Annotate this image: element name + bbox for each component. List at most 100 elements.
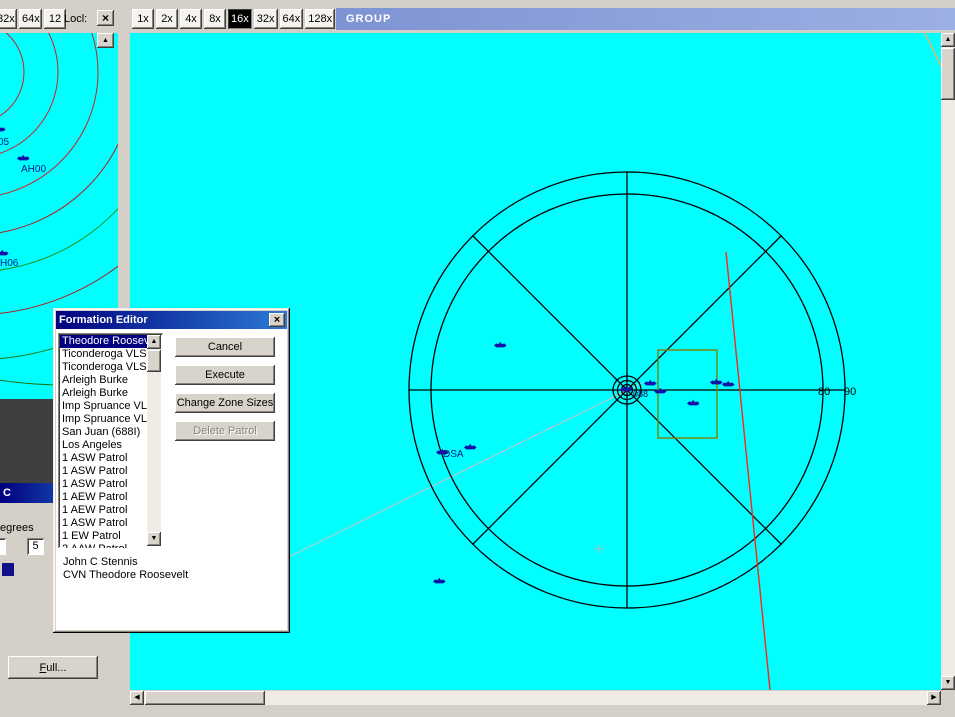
change-zone-sizes-button[interactable]: Change Zone Sizes <box>175 393 275 413</box>
formation-editor-dialog: Formation Editor × Theodore Roosev Ticond… <box>53 308 290 633</box>
unit-label: 05 <box>0 137 10 148</box>
scroll-up-button[interactable]: ▲ <box>941 33 955 47</box>
formation-list-item[interactable]: Ticonderoga VLS <box>60 361 147 374</box>
right-arrow-icon: ▶ <box>931 694 937 701</box>
dialog-info-line: John C Stennis <box>63 556 138 568</box>
vertical-scrollbar[interactable]: ▲ ▼ <box>941 33 955 690</box>
up-arrow-icon: ▲ <box>102 37 109 44</box>
ship-icon[interactable] <box>433 577 446 584</box>
list-scroll-up-button[interactable]: ▲ <box>147 335 161 349</box>
ship-icon[interactable] <box>710 378 723 385</box>
patrol-zone-rect[interactable] <box>657 349 718 439</box>
formation-list-item[interactable]: Imp Spruance VLS <box>60 400 147 413</box>
ship-icon[interactable] <box>722 380 735 387</box>
zoom-button-32x[interactable]: 32x <box>253 9 278 29</box>
left-scroll-up-button[interactable]: ▲ <box>97 33 114 48</box>
dialog-close-button[interactable]: × <box>269 313 285 327</box>
zoom-button-32x[interactable]: 32x <box>0 9 17 29</box>
formation-list-item[interactable]: Los Angeles <box>60 439 147 452</box>
range-line-orange <box>924 33 941 68</box>
formation-list-item[interactable]: 1 ASW Patrol <box>60 517 147 530</box>
vertical-scrollbar-thumb[interactable] <box>941 48 955 100</box>
threat-line-red <box>725 251 771 690</box>
group-titlebar[interactable]: GROUP <box>336 8 955 30</box>
formation-list-item[interactable]: San Juan (688I) <box>60 426 147 439</box>
dialog-info-line: CVN Theodore Roosevelt <box>63 569 189 581</box>
down-arrow-icon: ▼ <box>150 535 158 542</box>
formation-list-item[interactable]: 1 ASW Patrol <box>60 478 147 491</box>
cancel-button[interactable]: Cancel <box>175 337 275 357</box>
waypoint-marker <box>594 544 603 554</box>
horizontal-scrollbar-thumb[interactable] <box>145 691 265 705</box>
scroll-down-button[interactable]: ▼ <box>941 676 955 690</box>
list-scroll-down-button[interactable]: ▼ <box>147 532 161 546</box>
dialog-titlebar[interactable]: Formation Editor <box>56 311 287 329</box>
ship-icon[interactable] <box>0 125 6 132</box>
left-zoom-toolbar: 32x 64x 12 <box>0 9 66 29</box>
zoom-button-16x[interactable]: 16x <box>228 9 252 29</box>
dialog-buttons: Cancel Execute Change Zone Sizes Delete Pat… <box>175 337 275 449</box>
up-arrow-icon: ▲ <box>944 36 952 43</box>
horizontal-scrollbar[interactable]: ◀ ▶ <box>130 691 941 705</box>
delete-patrol-button: Delete Patrol <box>175 421 275 441</box>
execute-button[interactable]: Execute <box>175 365 275 385</box>
zoom-button-2x[interactable]: 2x <box>156 9 178 29</box>
formation-list: Theodore Roosev Ticonderoga VLS Ticonderog… <box>60 335 147 548</box>
hidden-window-title: C <box>3 487 11 499</box>
ship-icon[interactable] <box>464 443 477 450</box>
dialog-title: Formation Editor <box>59 314 148 326</box>
unit-icon <box>2 563 14 576</box>
left-window-close-button[interactable]: × <box>97 10 114 26</box>
formation-list-item[interactable]: 2 AAW Patrol <box>60 543 147 548</box>
ship-icon[interactable] <box>654 387 667 394</box>
formation-list-item[interactable]: 1 EW Patrol <box>60 530 147 543</box>
down-arrow-icon: ▼ <box>944 679 952 686</box>
range-label-80: 80 <box>818 386 830 398</box>
zoom-button-128x[interactable]: 128x <box>305 9 336 29</box>
scrollbar-corner <box>941 691 955 705</box>
value-field[interactable]: 5 <box>27 538 44 555</box>
formation-list-item[interactable]: 1 AEW Patrol <box>60 491 147 504</box>
formation-list-item[interactable]: 1 ASW Patrol <box>60 452 147 465</box>
map-labels: 80 90 088 DSA <box>443 386 856 460</box>
lock-label: Locl: <box>64 13 88 25</box>
formation-list-item[interactable]: 1 ASW Patrol <box>60 465 147 478</box>
course-line-gray <box>269 382 643 567</box>
formation-listbox: Theodore Roosev Ticonderoga VLS Ticonderog… <box>58 333 163 548</box>
formation-list-item[interactable]: 1 AEW Patrol <box>60 504 147 517</box>
ships-layer <box>433 341 735 584</box>
contact-label-dsa: DSA <box>443 449 464 460</box>
ship-icon[interactable] <box>687 399 700 406</box>
dialog-info: John C Stennis CVN Theodore Roosevelt <box>63 556 188 582</box>
formation-list-item[interactable]: Imp Spruance VLS <box>60 413 147 426</box>
left-arrow-icon: ◀ <box>134 694 140 701</box>
ship-icon[interactable] <box>494 341 507 348</box>
degrees-label: egrees <box>0 522 34 534</box>
zoom-button-8x[interactable]: 8x <box>204 9 226 29</box>
zoom-button-64x[interactable]: 64x <box>19 9 42 29</box>
range-label-90: 90 <box>844 386 856 398</box>
center-unit-label: 088 <box>633 389 648 399</box>
formation-list-item[interactable]: Arleigh Burke <box>60 374 147 387</box>
zoom-button-1x[interactable]: 1x <box>132 9 154 29</box>
list-scrollbar[interactable]: ▲ ▼ <box>147 335 161 546</box>
list-scrollbar-thumb[interactable] <box>147 350 161 372</box>
ship-icon[interactable] <box>17 154 30 161</box>
zoom-button-64x[interactable]: 64x <box>279 9 304 29</box>
zoom-button-4x[interactable]: 4x <box>180 9 202 29</box>
unit-label: H06 <box>0 258 19 269</box>
scroll-right-button[interactable]: ▶ <box>927 691 941 705</box>
ship-icon[interactable] <box>644 379 657 386</box>
formation-list-item[interactable]: Arleigh Burke <box>60 387 147 400</box>
group-title: GROUP <box>346 13 392 25</box>
clipped-field[interactable] <box>0 538 6 555</box>
scroll-left-button[interactable]: ◀ <box>130 691 144 705</box>
unit-label: AH00 <box>21 164 46 175</box>
full-button[interactable]: Full... <box>8 656 98 679</box>
formation-list-item[interactable]: Theodore Roosev <box>60 335 147 348</box>
zoom-button-12[interactable]: 12 <box>44 9 66 29</box>
up-arrow-icon: ▲ <box>150 338 158 345</box>
value-field-text: 5 <box>32 540 39 552</box>
formation-list-item[interactable]: Ticonderoga VLS <box>60 348 147 361</box>
ship-icon[interactable] <box>0 249 9 256</box>
